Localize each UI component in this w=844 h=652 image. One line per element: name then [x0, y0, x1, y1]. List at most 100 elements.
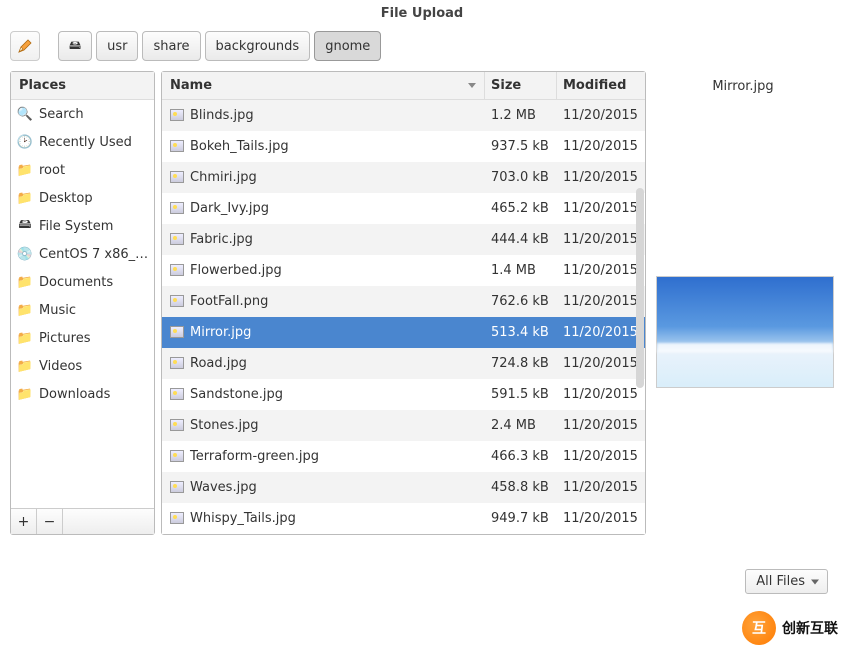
image-file-icon: [170, 264, 184, 276]
file-list-panel: Name Size Modified Blinds.jpg1.2 MB11/20…: [161, 71, 646, 535]
places-item[interactable]: 🕑Recently Used: [11, 128, 154, 156]
file-modified-cell: 11/20/2015: [557, 108, 645, 123]
places-item[interactable]: 📁Pictures: [11, 324, 154, 352]
file-size-cell: 1.4 MB: [485, 263, 557, 278]
places-item[interactable]: 💿CentOS 7 x86_…: [11, 240, 154, 268]
image-file-icon: [170, 450, 184, 462]
breadcrumb-item[interactable]: share: [142, 31, 200, 61]
file-list-header: Name Size Modified: [162, 72, 645, 100]
file-row[interactable]: Fabric.jpg444.4 kB11/20/2015: [162, 224, 645, 255]
file-row[interactable]: Terraform-green.jpg466.3 kB11/20/2015: [162, 441, 645, 472]
file-name-cell: Blinds.jpg: [162, 108, 485, 123]
file-row[interactable]: FootFall.png762.6 kB11/20/2015: [162, 286, 645, 317]
pencil-icon: [17, 38, 33, 54]
file-type-filter[interactable]: All Files: [745, 569, 828, 594]
places-item-label: Search: [39, 107, 84, 122]
places-item-label: Music: [39, 303, 76, 318]
file-name-cell: Road.jpg: [162, 356, 485, 371]
file-size-cell: 2.4 MB: [485, 418, 557, 433]
file-name-cell: Whispy_Tails.jpg: [162, 511, 485, 526]
places-header: Places: [11, 72, 154, 100]
disk-icon: 🖴: [69, 36, 81, 57]
places-item-label: Documents: [39, 275, 113, 290]
edit-path-button[interactable]: [10, 31, 40, 61]
file-row[interactable]: Sandstone.jpg591.5 kB11/20/2015: [162, 379, 645, 410]
places-item[interactable]: 🔍Search: [11, 100, 154, 128]
file-list[interactable]: Blinds.jpg1.2 MB11/20/2015Bokeh_Tails.jp…: [162, 100, 645, 534]
places-item[interactable]: 📁Documents: [11, 268, 154, 296]
image-file-icon: [170, 326, 184, 338]
watermark-icon: 互: [742, 611, 776, 645]
file-name-cell: Fabric.jpg: [162, 232, 485, 247]
breadcrumb-label: gnome: [325, 39, 370, 54]
column-header-name[interactable]: Name: [162, 72, 485, 99]
places-item-label: Videos: [39, 359, 82, 374]
image-file-icon: [170, 295, 184, 307]
file-name-label: Blinds.jpg: [190, 108, 254, 123]
file-modified-cell: 11/20/2015: [557, 449, 645, 464]
image-file-icon: [170, 233, 184, 245]
file-row[interactable]: Dark_Ivy.jpg465.2 kB11/20/2015: [162, 193, 645, 224]
breadcrumb-label: backgrounds: [216, 39, 300, 54]
breadcrumb-item[interactable]: backgrounds: [205, 31, 311, 61]
file-row[interactable]: Waves.jpg458.8 kB11/20/2015: [162, 472, 645, 503]
breadcrumb-item[interactable]: 🖴: [58, 31, 92, 61]
column-size-label: Size: [491, 78, 521, 93]
file-row[interactable]: Whispy_Tails.jpg949.7 kB11/20/2015: [162, 503, 645, 534]
file-modified-cell: 11/20/2015: [557, 325, 645, 340]
file-size-cell: 949.7 kB: [485, 511, 557, 526]
add-bookmark-button[interactable]: +: [11, 509, 37, 534]
folder-icon: 📁: [17, 302, 33, 318]
places-item-label: Recently Used: [39, 135, 132, 150]
places-footer-spacer: [63, 509, 154, 534]
places-item[interactable]: 📁 Videos: [11, 352, 154, 380]
remove-bookmark-button[interactable]: −: [37, 509, 63, 534]
file-row[interactable]: Road.jpg724.8 kB11/20/2015: [162, 348, 645, 379]
file-name-cell: FootFall.png: [162, 294, 485, 309]
breadcrumb-item[interactable]: usr: [96, 31, 138, 61]
file-row[interactable]: Flowerbed.jpg1.4 MB11/20/2015: [162, 255, 645, 286]
file-type-filter-label: All Files: [756, 574, 805, 589]
places-panel: Places 🔍Search🕑Recently Used📁root 📁 Deskto…: [10, 71, 155, 535]
file-modified-cell: 11/20/2015: [557, 170, 645, 185]
places-item-label: Desktop: [39, 191, 93, 206]
file-modified-cell: 11/20/2015: [557, 511, 645, 526]
file-name-cell: Terraform-green.jpg: [162, 449, 485, 464]
file-name-cell: Stones.jpg: [162, 418, 485, 433]
file-row[interactable]: Stones.jpg2.4 MB11/20/2015: [162, 410, 645, 441]
file-size-cell: 1.2 MB: [485, 108, 557, 123]
preview-panel: Mirror.jpg: [652, 71, 834, 535]
file-row[interactable]: Chmiri.jpg703.0 kB11/20/2015: [162, 162, 645, 193]
file-name-label: Bokeh_Tails.jpg: [190, 139, 289, 154]
file-name-label: Stones.jpg: [190, 418, 259, 433]
folder-icon: 📁: [17, 358, 33, 374]
image-file-icon: [170, 357, 184, 369]
file-name-label: Dark_Ivy.jpg: [190, 201, 269, 216]
file-row[interactable]: Blinds.jpg 1.2 MB11/20/2015: [162, 100, 645, 131]
file-modified-cell: 11/20/2015: [557, 263, 645, 278]
file-name-cell: Dark_Ivy.jpg: [162, 201, 485, 216]
folder-icon: 📁: [17, 190, 33, 206]
column-header-modified[interactable]: Modified: [557, 72, 645, 99]
image-file-icon: [170, 171, 184, 183]
column-header-size[interactable]: Size: [485, 72, 557, 99]
image-file-icon: [170, 388, 184, 400]
image-file-icon: [170, 419, 184, 431]
window-title: File Upload: [0, 0, 844, 31]
file-name-label: Chmiri.jpg: [190, 170, 257, 185]
file-row[interactable]: Bokeh_Tails.jpg937.5 kB11/20/2015: [162, 131, 645, 162]
file-row[interactable]: Mirror.jpg513.4 kB11/20/2015: [162, 317, 645, 348]
file-name-label: Mirror.jpg: [190, 325, 251, 340]
places-item-label: Downloads: [39, 387, 110, 402]
places-item[interactable]: 📁 Music: [11, 296, 154, 324]
file-size-cell: 466.3 kB: [485, 449, 557, 464]
breadcrumb-item[interactable]: gnome: [314, 31, 381, 61]
file-name-label: FootFall.png: [190, 294, 268, 309]
places-item[interactable]: 📁root: [11, 156, 154, 184]
places-item[interactable]: 📁 Desktop: [11, 184, 154, 212]
places-item[interactable]: 🖴File System: [11, 212, 154, 240]
image-file-icon: [170, 109, 184, 121]
places-item[interactable]: 📁 Downloads: [11, 380, 154, 408]
file-size-cell: 465.2 kB: [485, 201, 557, 216]
folder-icon: 📁: [17, 386, 33, 402]
